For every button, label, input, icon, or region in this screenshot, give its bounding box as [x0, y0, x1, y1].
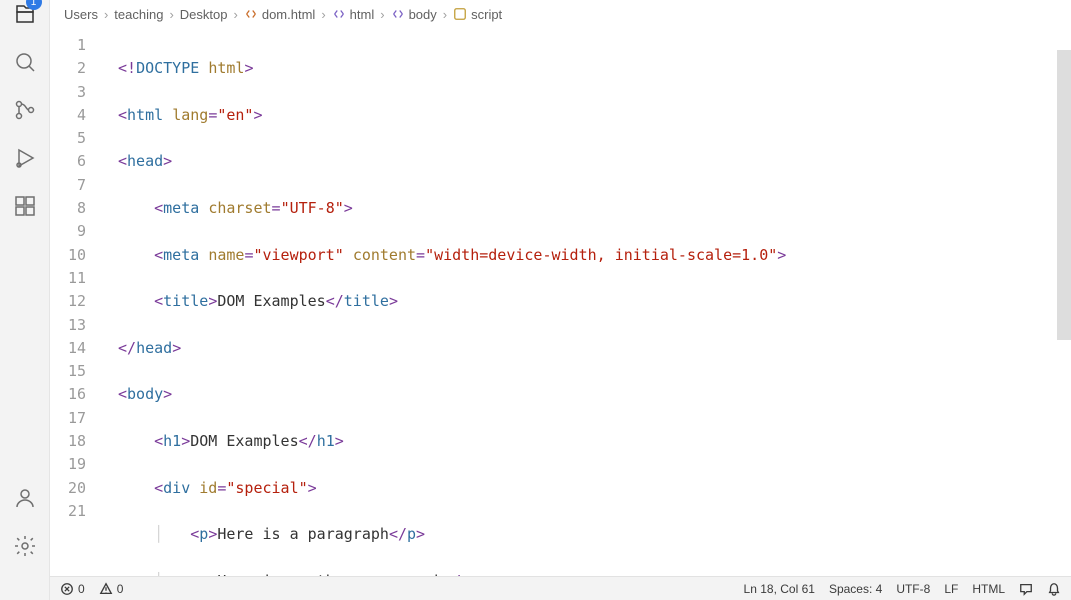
status-feedback-icon[interactable]	[1019, 582, 1033, 596]
line-number-gutter: 1 2 3 4 5 6 7 8 9 10 11 12 13 14 15 16 1…	[50, 28, 100, 576]
explorer-icon[interactable]: 1	[0, 0, 50, 38]
minimap-thumb[interactable]	[1057, 50, 1071, 340]
status-language[interactable]: HTML	[972, 582, 1005, 596]
status-encoding[interactable]: UTF-8	[896, 582, 930, 596]
search-icon[interactable]	[0, 38, 50, 86]
html-file-icon	[244, 7, 258, 21]
line-number: 21	[50, 500, 86, 523]
chevron-right-icon: ›	[321, 7, 325, 22]
line-number: 7	[50, 174, 86, 197]
line-number: 17	[50, 407, 86, 430]
status-spaces[interactable]: Spaces: 4	[829, 582, 882, 596]
activity-bar: 1	[0, 0, 50, 600]
breadcrumb-segment[interactable]: Users	[64, 7, 98, 22]
editor[interactable]: 1 2 3 4 5 6 7 8 9 10 11 12 13 14 15 16 1…	[50, 28, 1071, 576]
code-line[interactable]: <title>DOM Examples</title>	[100, 290, 1071, 313]
symbol-tag-icon	[332, 7, 346, 21]
status-eol[interactable]: LF	[944, 582, 958, 596]
editor-main: Users › teaching › Desktop › dom.html › …	[50, 0, 1071, 600]
line-number: 1	[50, 34, 86, 57]
line-number: 2	[50, 57, 86, 80]
status-ln-col[interactable]: Ln 18, Col 61	[744, 582, 815, 596]
line-number: 8	[50, 197, 86, 220]
code-line[interactable]: <!DOCTYPE html>	[100, 57, 1071, 80]
code-line[interactable]: </head>	[100, 337, 1071, 360]
settings-gear-icon[interactable]	[0, 522, 50, 570]
line-number: 4	[50, 104, 86, 127]
chevron-right-icon: ›	[104, 7, 108, 22]
line-number: 6	[50, 150, 86, 173]
code-line[interactable]: <meta name="viewport" content="width=dev…	[100, 244, 1071, 267]
status-bar: 0 0 Ln 18, Col 61 Spaces: 4 UTF-8 LF HTM…	[50, 576, 1071, 600]
code-line[interactable]: <meta charset="UTF-8">	[100, 197, 1071, 220]
breadcrumb-symbol[interactable]: html	[332, 7, 375, 22]
breadcrumb-symbol[interactable]: body	[391, 7, 437, 22]
chevron-right-icon: ›	[380, 7, 384, 22]
run-debug-icon[interactable]	[0, 134, 50, 182]
line-number: 10	[50, 244, 86, 267]
minimap-scrollbar[interactable]	[1057, 28, 1071, 576]
line-number: 19	[50, 453, 86, 476]
line-number: 11	[50, 267, 86, 290]
chevron-right-icon: ›	[443, 7, 447, 22]
line-number: 3	[50, 81, 86, 104]
code-line[interactable]: │ <p>Here is a paragraph</p>	[100, 523, 1071, 546]
line-number: 15	[50, 360, 86, 383]
status-errors[interactable]: 0	[60, 582, 85, 596]
code-line[interactable]: <h1>DOM Examples</h1>	[100, 430, 1071, 453]
line-number: 16	[50, 383, 86, 406]
line-number: 20	[50, 477, 86, 500]
code-line[interactable]: <div id="special">	[100, 477, 1071, 500]
code-line[interactable]: │ <p>Here is another paragraph</p>	[100, 570, 1071, 576]
app-root: 1 Users	[0, 0, 1071, 600]
breadcrumb[interactable]: Users › teaching › Desktop › dom.html › …	[50, 0, 1071, 28]
code-area[interactable]: <!DOCTYPE html> <html lang="en"> <head> …	[100, 28, 1071, 576]
source-control-icon[interactable]	[0, 86, 50, 134]
line-number: 5	[50, 127, 86, 150]
line-number: 9	[50, 220, 86, 243]
code-line[interactable]: <head>	[100, 150, 1071, 173]
breadcrumb-file[interactable]: dom.html	[244, 7, 315, 22]
line-number: 18	[50, 430, 86, 453]
status-bell-icon[interactable]	[1047, 582, 1061, 596]
chevron-right-icon: ›	[234, 7, 238, 22]
chevron-right-icon: ›	[169, 7, 173, 22]
extensions-icon[interactable]	[0, 182, 50, 230]
line-number: 14	[50, 337, 86, 360]
line-number: 13	[50, 314, 86, 337]
code-line[interactable]: <html lang="en">	[100, 104, 1071, 127]
breadcrumb-symbol[interactable]: script	[453, 7, 502, 22]
symbol-tag-icon	[391, 7, 405, 21]
line-number: 12	[50, 290, 86, 313]
accounts-icon[interactable]	[0, 474, 50, 522]
breadcrumb-segment[interactable]: teaching	[114, 7, 163, 22]
breadcrumb-segment[interactable]: Desktop	[180, 7, 228, 22]
status-warnings[interactable]: 0	[99, 582, 124, 596]
symbol-script-icon	[453, 7, 467, 21]
code-line[interactable]: <body>	[100, 383, 1071, 406]
